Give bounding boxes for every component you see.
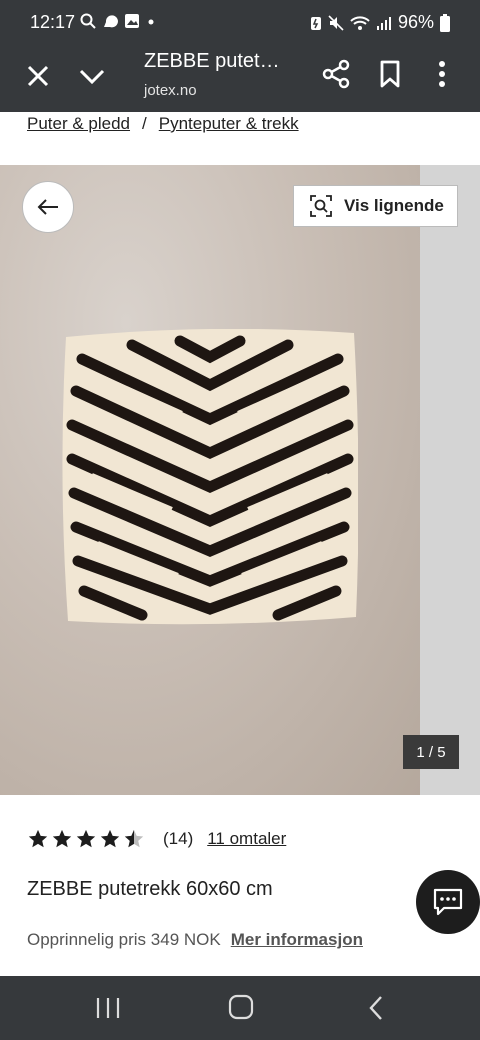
breadcrumb: Puter & pledd / Pynteputer & trekk (27, 114, 299, 134)
back-icon[interactable] (366, 994, 386, 1022)
mute-icon (328, 14, 344, 31)
product-image-main[interactable] (0, 165, 420, 795)
status-bar: 12:17 96% (0, 0, 480, 44)
visual-search-label: Vis lignende (344, 196, 444, 215)
rating-stars (27, 828, 145, 850)
page-title[interactable]: ZEBBE putet… (144, 50, 280, 73)
notification-icons (80, 13, 156, 29)
chevron-down-icon[interactable] (76, 60, 108, 92)
status-time: 12:17 (30, 12, 76, 32)
battery-percent: 96% (397, 12, 434, 32)
product-image-next-peek[interactable] (420, 165, 480, 795)
arrow-left-icon (37, 199, 58, 215)
breadcrumb-link-pynteputer-trekk[interactable]: Pynteputer & trekk (159, 114, 299, 134)
visual-search-button[interactable]: Vis lignende (293, 185, 458, 227)
chat-bubble-icon (433, 888, 463, 916)
rating-count: (14) (163, 829, 194, 848)
battery-saver-icon (310, 16, 321, 30)
star-full-icon (52, 829, 72, 848)
visual-search-icon (310, 195, 332, 217)
star-full-icon (76, 829, 96, 848)
zebra-pillow-image (62, 329, 358, 625)
signal-icon (376, 16, 391, 30)
bookmark-icon[interactable] (374, 58, 406, 90)
star-full-icon (100, 829, 120, 848)
star-full-icon (28, 829, 48, 848)
gallery-notification-icon (125, 14, 139, 28)
product-rating: (14) 11 omtaler (27, 828, 286, 850)
share-icon[interactable] (320, 58, 352, 90)
recent-apps-icon[interactable] (94, 996, 122, 1020)
product-name: ZEBBE putetrekk 60x60 cm (27, 878, 273, 900)
page-domain[interactable]: jotex.no (144, 82, 197, 99)
reviews-link[interactable]: 11 omtaler (207, 829, 286, 849)
close-icon[interactable] (22, 60, 54, 92)
dot-notification-icon (148, 19, 154, 25)
battery-icon (440, 13, 450, 32)
product-image-gallery[interactable]: Vis lignende 1 / 5 (0, 165, 480, 795)
price-row: Opprinnelig pris 349 NOK Mer informasjon (27, 930, 363, 950)
wifi-icon (350, 15, 370, 30)
star-half-icon (124, 829, 144, 848)
home-icon[interactable] (228, 994, 254, 1020)
chat-button[interactable] (416, 870, 480, 934)
system-indicators: 96% (310, 12, 450, 33)
gallery-back-button[interactable] (22, 181, 74, 233)
breadcrumb-separator: / (142, 114, 147, 133)
search-notification-icon (80, 13, 96, 29)
browser-toolbar: ZEBBE putet… jotex.no (0, 44, 480, 112)
chat-notification-icon (104, 15, 118, 28)
image-counter: 1 / 5 (403, 735, 459, 769)
more-info-link[interactable]: Mer informasjon (231, 930, 363, 950)
original-price: Opprinnelig pris 349 NOK (27, 930, 221, 949)
breadcrumb-link-puter-pledd[interactable]: Puter & pledd (27, 114, 130, 134)
system-navigation-bar (0, 976, 480, 1040)
more-options-icon[interactable] (428, 58, 456, 90)
